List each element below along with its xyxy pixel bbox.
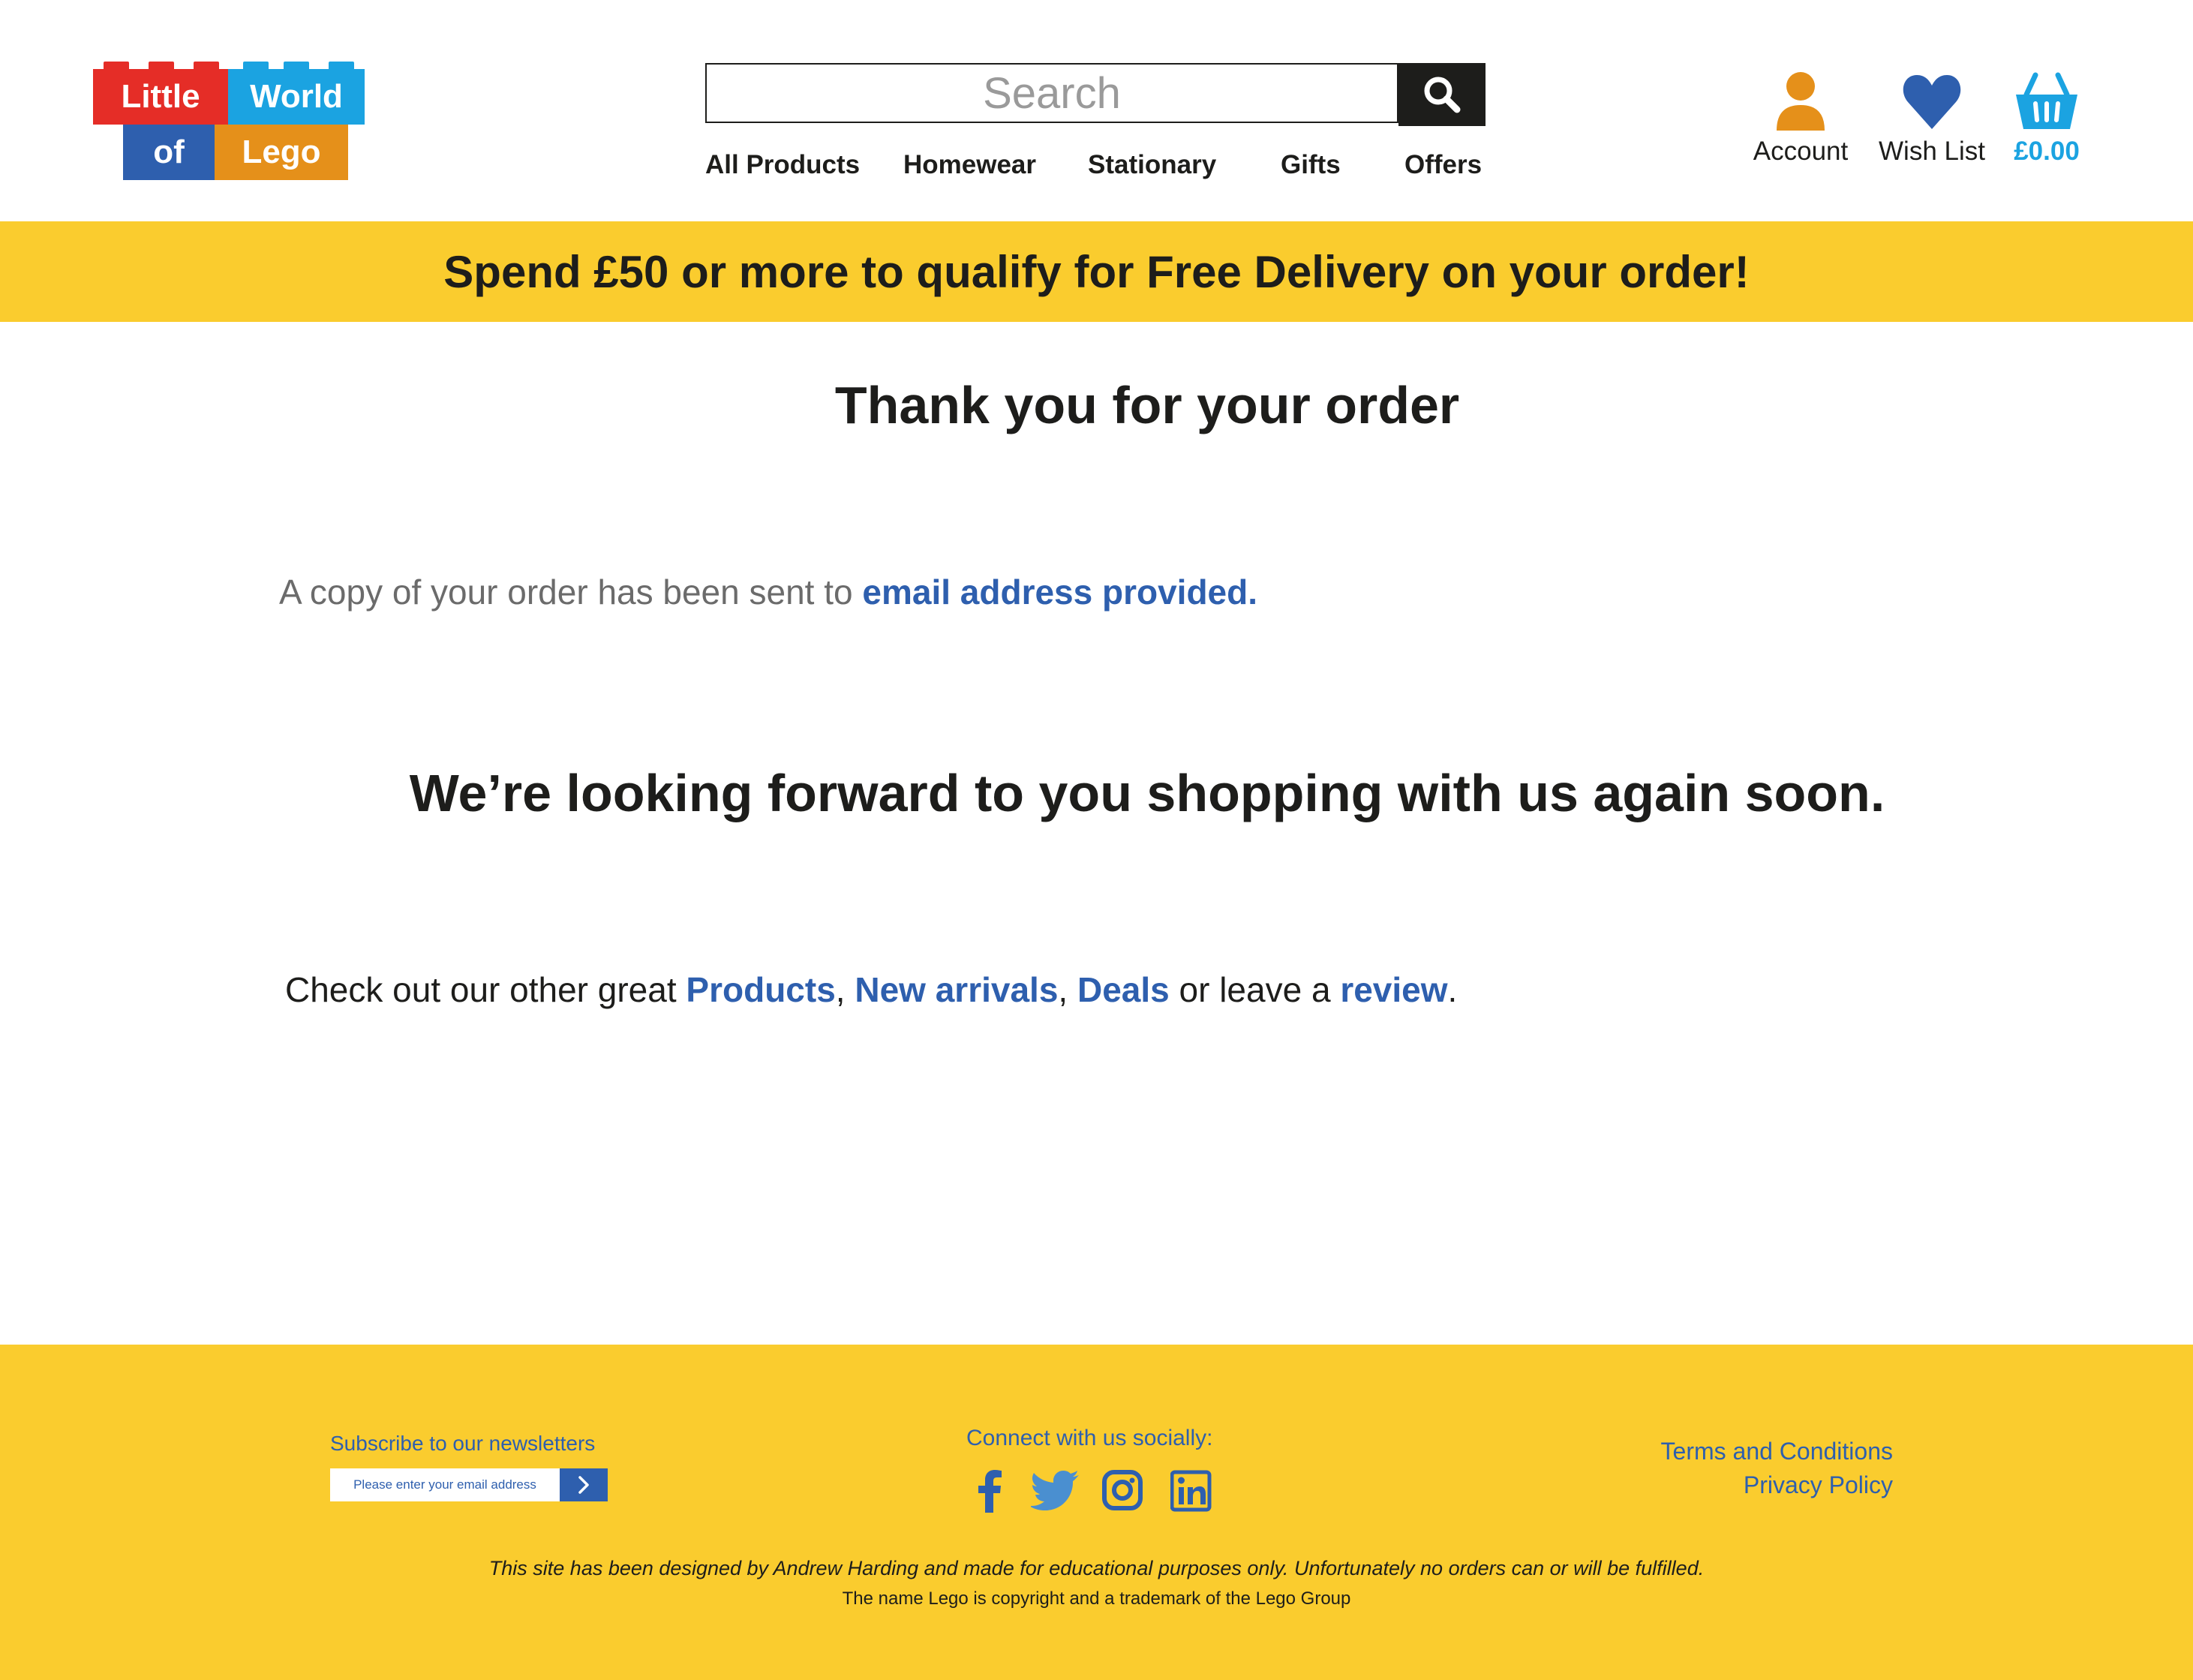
- search-bar: [705, 63, 1486, 126]
- wishlist-link[interactable]: Wish List: [1876, 69, 1988, 167]
- logo-brick-red: Little: [93, 62, 228, 125]
- page: Little World of Lego Search All Products…: [0, 0, 2193, 1680]
- lookforward-heading: We’re looking forward to you shopping wi…: [409, 764, 1885, 822]
- site-footer: [0, 1345, 2193, 1680]
- basket-link[interactable]: £0.00: [2002, 69, 2092, 167]
- page-title: Thank you for your order: [834, 376, 1460, 434]
- newsletter-label: Subscribe to our newsletters: [330, 1432, 596, 1455]
- email-address-link[interactable]: email address provided.: [862, 573, 1257, 612]
- twitter-icon[interactable]: [1031, 1468, 1080, 1513]
- social-label: Connect with us socially:: [966, 1426, 1213, 1450]
- new-arrivals-link[interactable]: New arrivals: [855, 970, 1058, 1009]
- logo-word-world: World: [250, 78, 343, 115]
- basket-icon: [2016, 72, 2077, 129]
- logo-word-lego: Lego: [242, 134, 321, 170]
- separator: ,: [1058, 970, 1077, 1009]
- banner-text: Spend £50 or more to qualify for Free De…: [443, 246, 1750, 297]
- search-icon: [1424, 77, 1461, 113]
- basket-total: £0.00: [2014, 137, 2080, 166]
- nav-item-homewear[interactable]: Homewear: [903, 150, 1036, 180]
- review-link[interactable]: review: [1340, 970, 1447, 1009]
- logo-word-of: of: [153, 134, 185, 170]
- newsletter-submit-button[interactable]: [560, 1468, 608, 1501]
- nav-item-stationary[interactable]: Stationary: [1088, 150, 1216, 180]
- checkout-middle: or leave a: [1169, 970, 1341, 1009]
- copyright-text: The name Lego is copyright and a tradema…: [842, 1588, 1351, 1609]
- site-header: Little World of Lego Search All Products…: [0, 0, 2193, 221]
- logo-stud: [329, 62, 354, 71]
- chevron-right-icon: [578, 1476, 589, 1494]
- newsletter-form: [330, 1468, 608, 1501]
- privacy-link[interactable]: Privacy Policy: [1744, 1471, 1893, 1499]
- account-label: Account: [1753, 137, 1849, 166]
- logo-brick-orange: Lego: [215, 125, 348, 180]
- account-icon: [1777, 72, 1825, 131]
- wishlist-label: Wish List: [1879, 137, 1985, 166]
- logo-brick-cyan: World: [228, 62, 365, 125]
- nav-item-offers[interactable]: Offers: [1404, 150, 1482, 180]
- separator: ,: [835, 970, 855, 1009]
- delivery-banner: Spend £50 or more to qualify for Free De…: [0, 221, 2193, 322]
- instagram-icon[interactable]: [1101, 1468, 1143, 1513]
- checkout-suffix: .: [1447, 970, 1458, 1009]
- logo-stud: [194, 62, 219, 71]
- logo-stud: [149, 62, 174, 71]
- newsletter-email-input[interactable]: [330, 1468, 560, 1501]
- checkout-text: Check out our other great Products, New …: [285, 969, 1457, 1010]
- products-link[interactable]: Products: [686, 970, 835, 1009]
- search-input[interactable]: [705, 63, 1398, 123]
- site-logo[interactable]: Little World of Lego: [93, 62, 368, 182]
- deals-link[interactable]: Deals: [1077, 970, 1170, 1009]
- logo-stud: [104, 62, 129, 71]
- nav-item-all-products[interactable]: All Products: [705, 150, 860, 180]
- heart-icon: [1903, 75, 1961, 129]
- logo-word-little: Little: [121, 78, 200, 115]
- logo-stud: [243, 62, 269, 71]
- email-confirmation-text: A copy of your order has been sent to em…: [279, 572, 1257, 612]
- logo-brick-blue: of: [123, 125, 215, 180]
- checkout-prefix: Check out our other great: [285, 970, 686, 1009]
- linkedin-icon[interactable]: [1170, 1468, 1212, 1513]
- account-link[interactable]: Account: [1748, 69, 1853, 167]
- nav-item-gifts[interactable]: Gifts: [1281, 150, 1341, 180]
- disclaimer-text: This site has been designed by Andrew Ha…: [488, 1557, 1705, 1579]
- terms-link[interactable]: Terms and Conditions: [1661, 1438, 1893, 1465]
- facebook-icon[interactable]: [972, 1468, 1005, 1513]
- email-confirmation-prefix: A copy of your order has been sent to: [279, 573, 863, 612]
- search-button[interactable]: [1398, 63, 1486, 126]
- logo-stud: [284, 62, 309, 71]
